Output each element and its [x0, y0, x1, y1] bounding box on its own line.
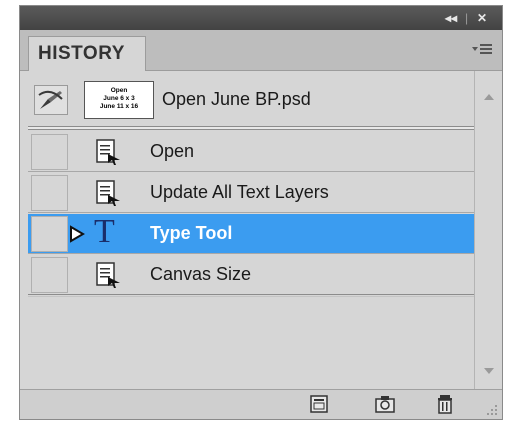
history-item-label: Canvas Size	[150, 264, 252, 284]
panel-bottom-toolbar	[20, 389, 502, 419]
new-document-from-state-icon[interactable]	[308, 394, 330, 414]
history-item-label: Type Tool	[150, 223, 233, 243]
thumbnail-line: Open	[110, 87, 128, 94]
history-source-checkbox[interactable]	[31, 216, 68, 252]
panel-titlebar: ◂◂ | ✕	[20, 6, 502, 30]
list-empty-area-divider	[28, 296, 474, 297]
type-tool-icon: T	[94, 213, 115, 250]
thumbnail-line: June 11 x 16	[99, 103, 139, 110]
resize-grip-icon[interactable]	[486, 404, 498, 416]
history-source-checkbox[interactable]	[31, 134, 68, 170]
history-item-selected[interactable]: T Type Tool	[28, 213, 474, 254]
history-item-label: Update All Text Layers	[150, 182, 329, 202]
snapshot-label: Open June BP.psd	[162, 89, 311, 109]
history-item-label: Open	[150, 141, 195, 161]
snapshot-divider	[28, 126, 474, 130]
history-source-checkbox[interactable]	[31, 175, 68, 211]
history-state-pointer-icon[interactable]	[69, 225, 85, 243]
history-source-checkbox[interactable]	[31, 257, 68, 293]
snapshot-row[interactable]: Open June 6 x 3 June 11 x 16 Open June B…	[28, 77, 474, 122]
vertical-scrollbar[interactable]	[474, 71, 502, 389]
thumbnail-line: June 6 x 3	[103, 95, 135, 102]
scroll-up-arrow-icon[interactable]	[483, 93, 495, 101]
panel-menu-icon[interactable]	[472, 42, 492, 58]
history-list: Open June 6 x 3 June 11 x 16 Open June B…	[28, 71, 474, 389]
collapse-button[interactable]: ◂◂	[445, 9, 457, 27]
history-brush-icon[interactable]	[34, 85, 68, 115]
titlebar-separator: |	[465, 11, 469, 25]
history-state-icon	[96, 139, 120, 165]
close-button[interactable]: ✕	[477, 9, 487, 27]
history-item[interactable]: Open	[28, 132, 474, 172]
history-item[interactable]: Update All Text Layers	[28, 173, 474, 213]
tab-history[interactable]: HISTORY	[28, 36, 146, 71]
scroll-down-arrow-icon[interactable]	[483, 367, 495, 375]
new-snapshot-camera-icon[interactable]	[374, 394, 396, 414]
snapshot-thumbnail: Open June 6 x 3 June 11 x 16	[84, 81, 154, 119]
history-panel: ◂◂ | ✕ HISTORY Open June 6 x 3 June 11 x…	[19, 5, 503, 420]
panel-tab-row: HISTORY	[20, 30, 502, 71]
history-state-icon	[96, 180, 120, 206]
trash-icon[interactable]	[434, 394, 456, 414]
history-item[interactable]: Canvas Size	[28, 255, 474, 295]
history-state-icon	[96, 262, 120, 288]
